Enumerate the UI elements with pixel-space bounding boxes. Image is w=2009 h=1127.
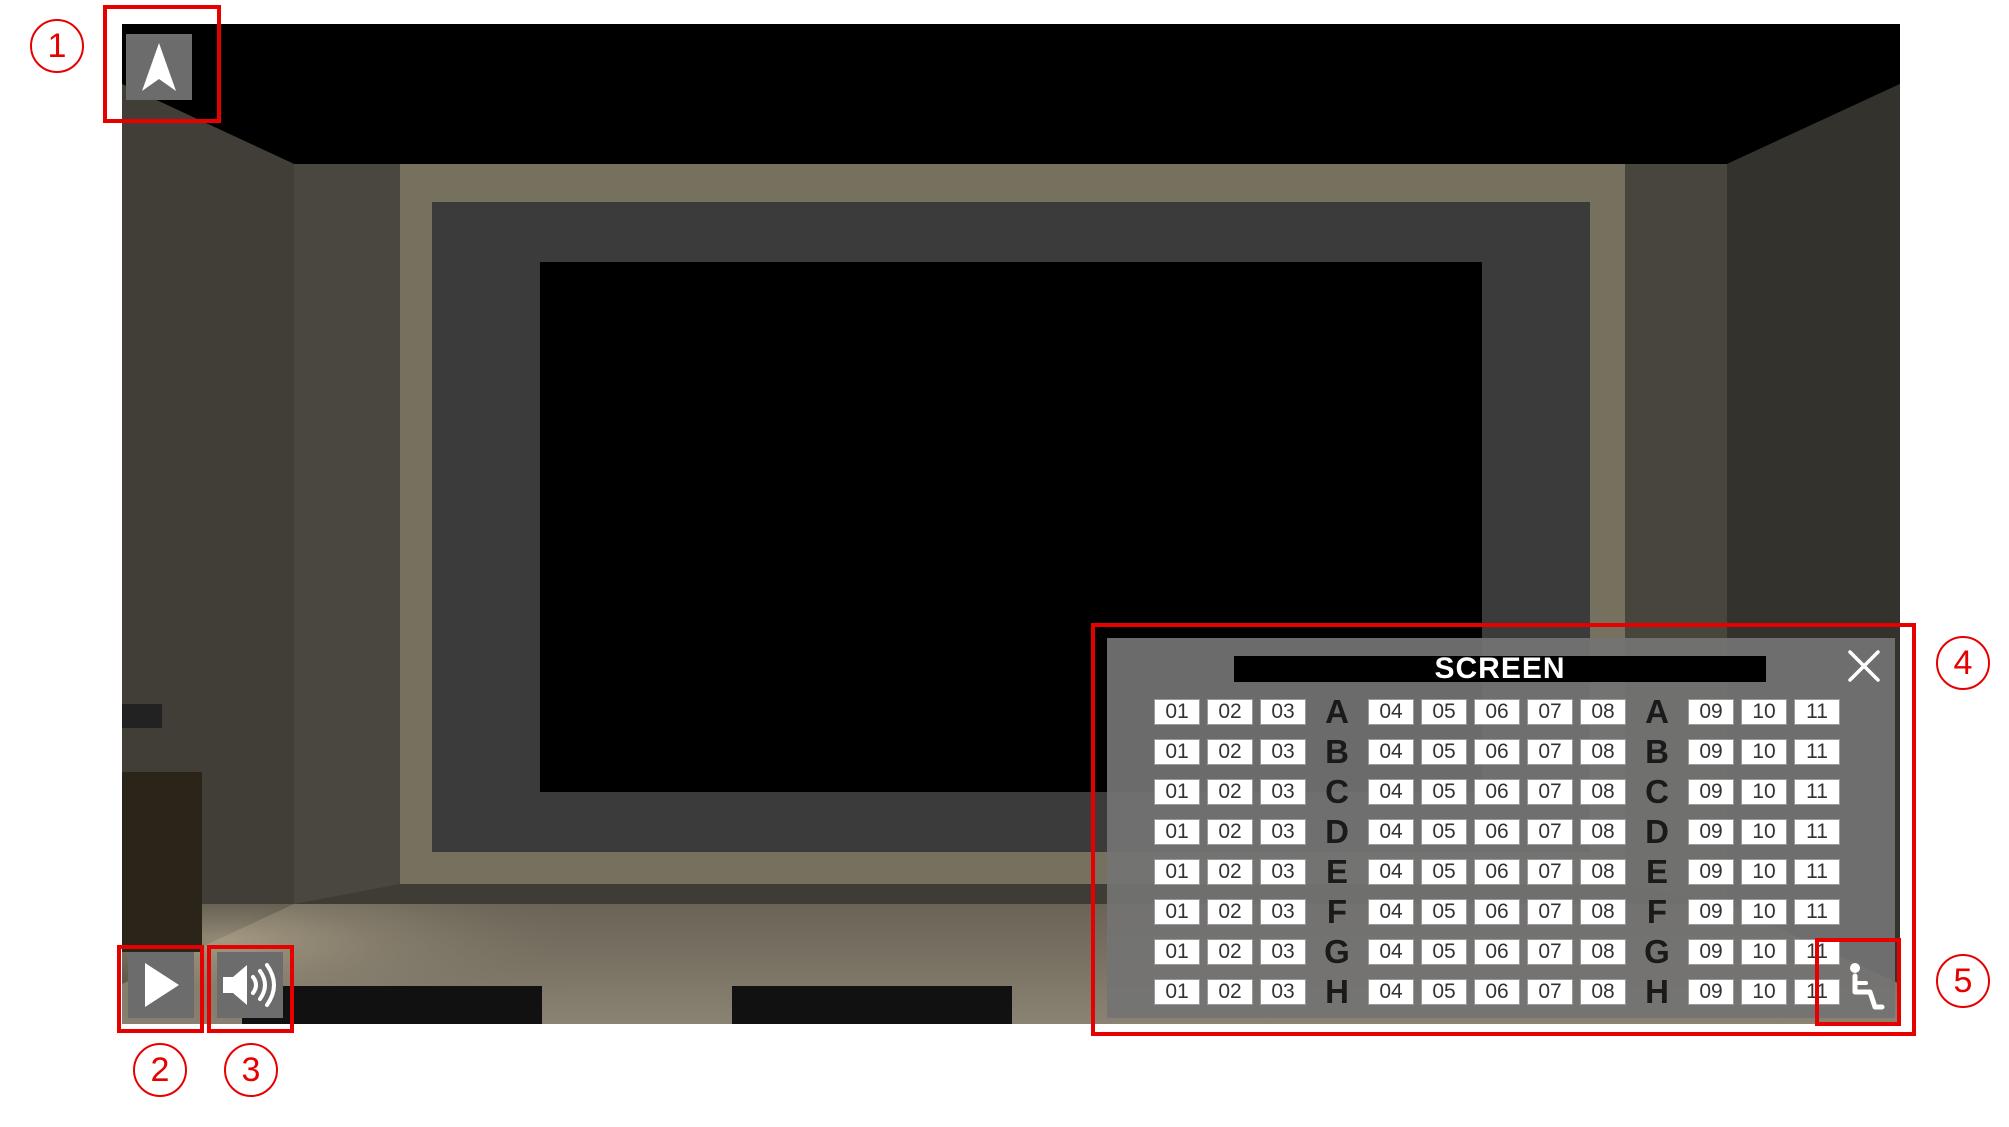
highlight-box-1: [103, 5, 221, 123]
callout-3: 3: [224, 1043, 278, 1097]
highlight-box-4: [1091, 623, 1916, 1036]
callout-2: 2: [133, 1043, 187, 1097]
highlight-box-3: [207, 945, 294, 1033]
callout-4: 4: [1936, 636, 1990, 690]
callout-5: 5: [1936, 954, 1990, 1008]
callout-1: 1: [30, 19, 84, 73]
highlight-box-2: [117, 945, 204, 1033]
highlight-box-5: [1815, 938, 1901, 1026]
